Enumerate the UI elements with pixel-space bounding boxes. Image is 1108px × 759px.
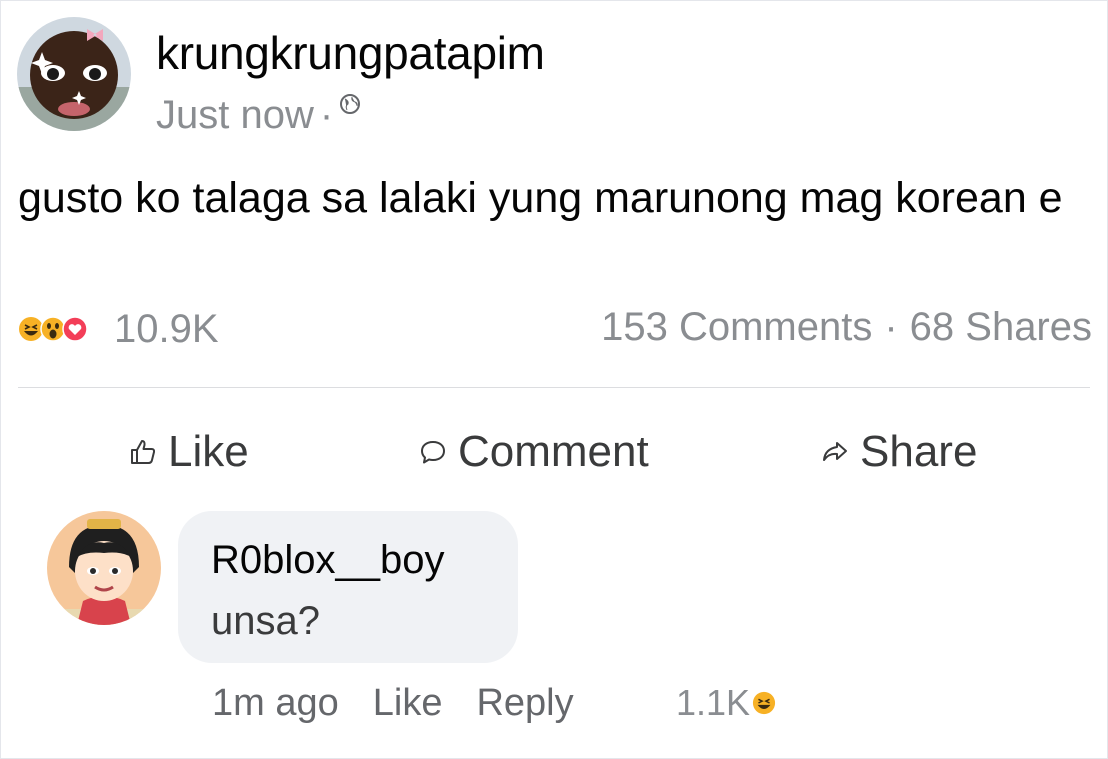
- comment-label: Comment: [458, 427, 649, 476]
- comments-count[interactable]: 153 Comments: [601, 305, 872, 350]
- comment-reactions[interactable]: 1.1K: [676, 678, 776, 728]
- like-label: Like: [168, 427, 249, 476]
- meta-separator: ·: [319, 92, 334, 137]
- comment-like-button[interactable]: Like: [373, 682, 443, 725]
- post-time[interactable]: Just now: [156, 93, 314, 138]
- commenter-avatar[interactable]: [47, 511, 161, 625]
- thumbs-up-icon: [131, 440, 156, 464]
- post-meta: Just now ·: [156, 90, 361, 140]
- comment-reply-button[interactable]: Reply: [476, 682, 573, 725]
- comment-icon: [421, 441, 445, 464]
- shares-count[interactable]: 68 Shares: [910, 305, 1092, 350]
- reaction-icons: [18, 316, 88, 342]
- comment-text: unsa?: [211, 599, 320, 643]
- post-body-text: gusto ko talaga sa lalaki yung marunong …: [18, 174, 1063, 222]
- comment-button[interactable]: Comment: [418, 422, 649, 482]
- love-icon: [62, 316, 88, 342]
- comment-author[interactable]: R0blox__boy: [211, 538, 445, 583]
- share-label: Share: [860, 427, 978, 476]
- comment-actions: 1m ago Like Reply: [212, 678, 574, 728]
- comment-reaction-count: 1.1K: [676, 682, 751, 723]
- like-button[interactable]: Like: [128, 422, 249, 482]
- share-icon: [823, 442, 847, 461]
- author-avatar[interactable]: [17, 17, 131, 131]
- comment-bubble: R0blox__boy unsa?: [178, 511, 518, 663]
- haha-icon: [752, 691, 776, 715]
- divider: [18, 387, 1090, 388]
- reaction-count: 10.9K: [114, 306, 219, 351]
- stats-separator: ·: [884, 304, 898, 349]
- share-button[interactable]: Share: [820, 422, 977, 482]
- comment-time[interactable]: 1m ago: [212, 682, 339, 725]
- reaction-summary[interactable]: 10.9K: [18, 307, 219, 351]
- post-stats: 153 Comments · 68 Shares: [601, 302, 1092, 352]
- post-author-name[interactable]: krungkrungpatapim: [156, 26, 545, 80]
- globe-icon: [340, 94, 361, 114]
